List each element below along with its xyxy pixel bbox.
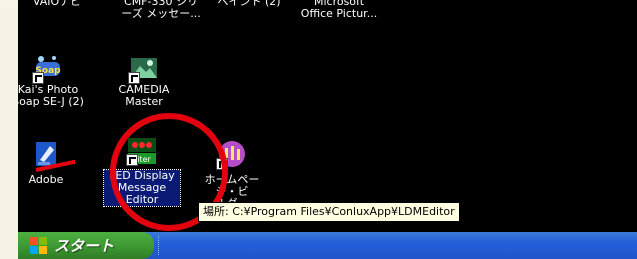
top-label-office-picture[interactable]: Microsoft Office Pictur...: [286, 0, 392, 20]
shortcut-arrow-icon: [32, 72, 44, 84]
camedia-master-label: CAMEDIA Master: [118, 83, 170, 108]
start-label: スタート: [54, 237, 115, 255]
quick-launch-separator: [158, 236, 167, 255]
kais-photo-soap-label: Kai's Photo Soap SE-J (2): [18, 83, 84, 108]
desktop-icon-camedia-master[interactable]: CAMEDIA Master: [106, 52, 182, 108]
windows-flag-icon: [30, 236, 48, 255]
soap-icon: Soap: [32, 52, 64, 84]
desktop-icon-kais-photo-soap[interactable]: Soap Kai's Photo Soap SE-J (2): [18, 52, 86, 108]
outside-area: [0, 0, 18, 259]
adobe-label: Adobe: [28, 173, 64, 186]
shortcut-arrow-icon: [128, 72, 140, 84]
top-label-paint[interactable]: ペイント (2): [214, 0, 284, 8]
desktop: VAIOナビ CMF-330 シリ ーズ メッセー... ペイント (2) Mi…: [18, 0, 637, 232]
camedia-icon: [128, 52, 160, 84]
location-tooltip: 場所: C:¥Program Files¥ConluxApp¥LDMEditor: [198, 202, 460, 222]
top-label-cmf330[interactable]: CMF-330 シリ ーズ メッセー...: [114, 0, 208, 20]
start-button[interactable]: スタート: [18, 232, 154, 259]
top-label-vaio[interactable]: VAIOナビ: [22, 0, 92, 8]
taskbar: スタート: [18, 232, 637, 259]
